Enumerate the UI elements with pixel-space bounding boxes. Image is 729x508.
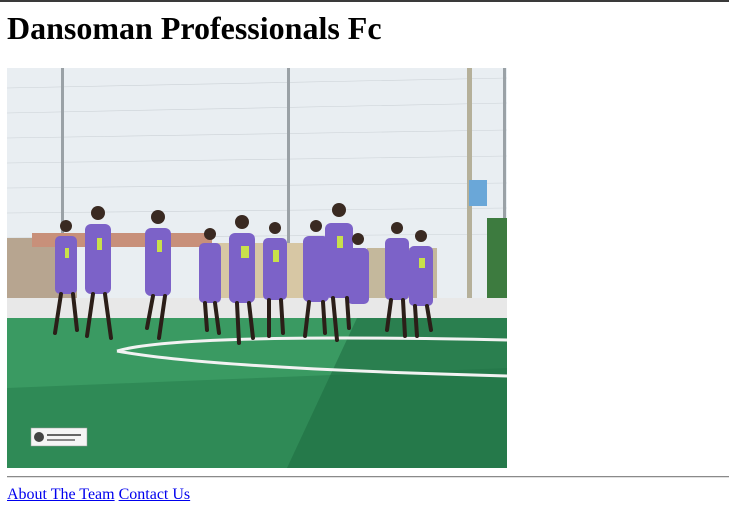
footer-nav: About The Team Contact Us: [7, 486, 190, 504]
footer-divider: [7, 476, 729, 478]
top-border: [0, 0, 729, 2]
team-photo: [7, 68, 507, 468]
contact-us-link[interactable]: Contact Us: [119, 486, 191, 503]
about-the-team-link[interactable]: About The Team: [7, 486, 115, 503]
page-title: Dansoman Professionals Fc: [7, 10, 382, 46]
